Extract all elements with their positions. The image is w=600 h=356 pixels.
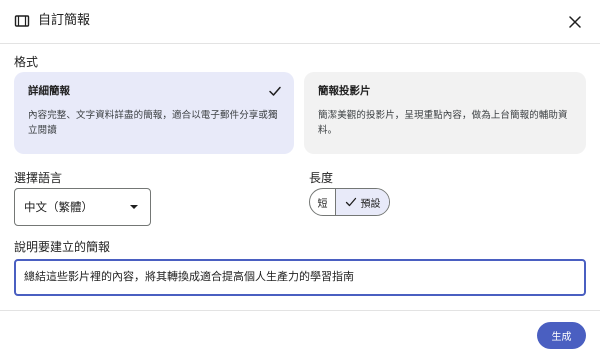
length-option-short[interactable]: 短 <box>310 189 336 215</box>
format-option-description: 簡潔美觀的投影片，呈現重點內容，做為上台簡報的輔助資料。 <box>318 110 568 136</box>
check-icon <box>345 197 356 207</box>
length-option-label: 預設 <box>360 198 381 210</box>
slides-icon <box>14 15 30 27</box>
length-option-label: 短 <box>317 198 328 210</box>
prompt-input-value: 總結這些影片裡的內容，將其轉換成適合提高個人生產力的學習指南 <box>24 270 354 283</box>
language-select-value: 中文（繁體） <box>24 200 93 214</box>
length-toggle: 短 預設 <box>309 188 390 216</box>
format-option-detailed[interactable]: 詳細簡報 內容完整、文字資料詳盡的簡報，適合以電子郵件分享或獨立閱讀 <box>14 72 294 154</box>
format-option-description: 內容完整、文字資料詳盡的簡報，適合以電子郵件分享或獨立閱讀 <box>28 110 278 136</box>
generate-button[interactable]: 生成 <box>537 322 586 349</box>
caret-down-icon <box>130 205 138 209</box>
length-option-default[interactable]: 預設 <box>336 189 389 215</box>
language-select[interactable]: 中文（繁體） <box>14 188 151 226</box>
close-button[interactable] <box>562 9 588 35</box>
dialog-header: 自訂簡報 <box>0 0 600 44</box>
format-option-slides[interactable]: 簡報投影片 簡潔美觀的投影片，呈現重點內容，做為上台簡報的輔助資料。 <box>304 72 586 154</box>
format-option-title: 簡報投影片 <box>318 85 371 97</box>
prompt-label: 說明要建立的簡報 <box>14 240 111 254</box>
format-option-title: 詳細簡報 <box>28 85 70 97</box>
check-icon <box>269 86 281 96</box>
dialog-title: 自訂簡報 <box>38 13 91 28</box>
close-icon <box>569 16 581 28</box>
prompt-input[interactable]: 總結這些影片裡的內容，將其轉換成適合提高個人生產力的學習指南 <box>14 259 586 296</box>
format-label: 格式 <box>14 55 39 69</box>
language-label: 選擇語言 <box>14 171 63 185</box>
footer-divider <box>0 310 600 311</box>
length-label: 長度 <box>309 171 334 185</box>
